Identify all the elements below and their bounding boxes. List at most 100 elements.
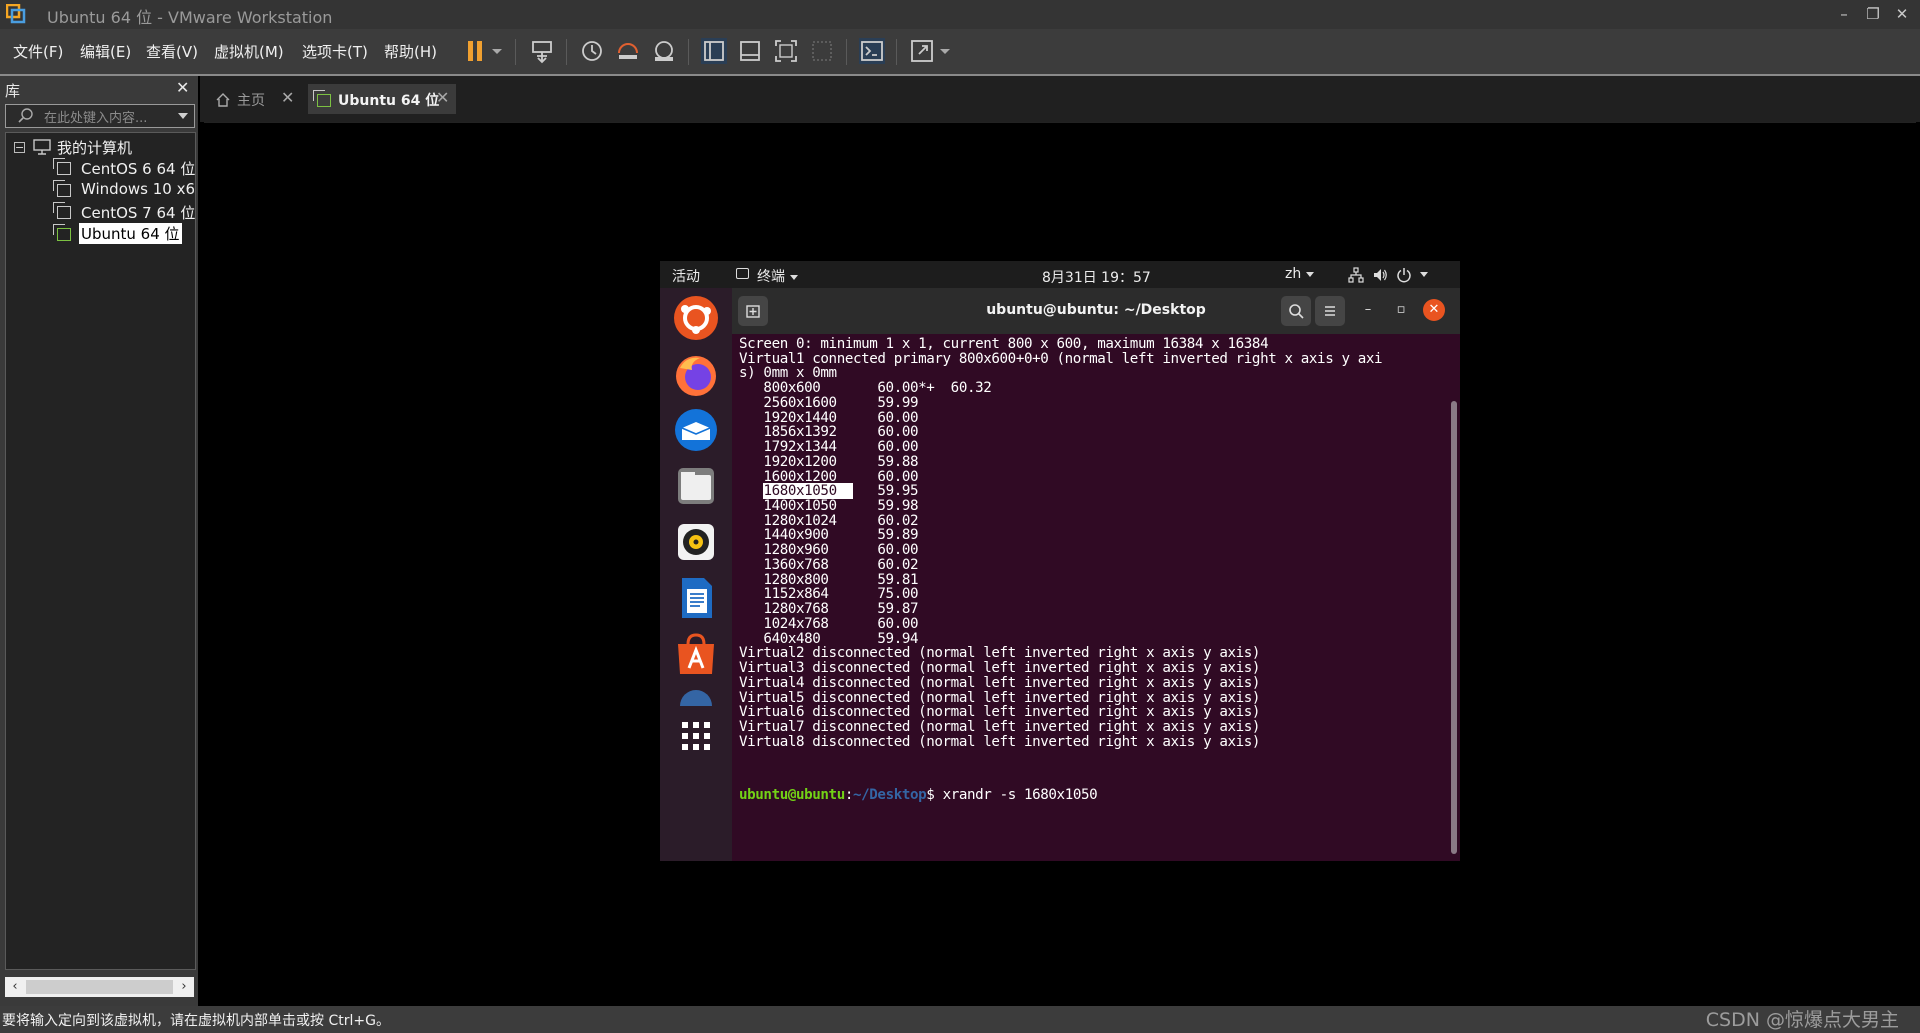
terminal-line: s) 0mm x 0mm xyxy=(739,365,837,382)
menu-file[interactable]: 文件(F) xyxy=(13,41,63,62)
app-menu-button[interactable]: 终端 xyxy=(757,266,798,286)
terminal-minimize-button[interactable]: – xyxy=(1357,299,1379,321)
search-icon xyxy=(1289,304,1304,319)
tree-collapse-icon[interactable]: − xyxy=(14,142,25,153)
volume-icon[interactable] xyxy=(1372,267,1388,283)
snapshot-icon[interactable] xyxy=(578,37,606,65)
scrollbar-thumb[interactable] xyxy=(26,980,173,994)
rhythmbox-icon[interactable] xyxy=(672,518,720,566)
gnome-topbar: 活动 终端 8月31日 19：57 zh xyxy=(660,261,1460,288)
scroll-right-icon[interactable]: › xyxy=(174,977,194,997)
terminal-line: Virtual8 disconnected (normal left inver… xyxy=(739,733,1261,750)
menu-view[interactable]: 查看(V) xyxy=(146,41,198,62)
terminal-maximize-button[interactable]: ▫ xyxy=(1390,299,1412,321)
snapshot-manager-icon[interactable] xyxy=(650,37,678,65)
tree-item-ubuntu-selected[interactable]: Ubuntu 64 位 xyxy=(79,223,182,244)
terminal-close-button[interactable]: ✕ xyxy=(1423,299,1445,321)
chevron-down-icon[interactable] xyxy=(178,113,188,119)
stretch-dropdown-icon[interactable] xyxy=(938,37,952,65)
terminal-scrollbar[interactable] xyxy=(1451,401,1457,854)
terminal-output[interactable]: Screen 0: minimum 1 x 1, current 800 x 6… xyxy=(732,334,1460,861)
menu-help[interactable]: 帮助(H) xyxy=(384,41,437,62)
library-panel: 库 ✕ 在此处键入内容... − 我的计算机 CentOS 6 64 位 Win… xyxy=(0,76,198,1006)
system-menu-chevron-icon[interactable] xyxy=(1420,272,1428,277)
menu-vm[interactable]: 虚拟机(M) xyxy=(214,41,284,62)
tab-home-close-button[interactable]: ✕ xyxy=(281,88,294,107)
input-method-indicator[interactable]: zh xyxy=(1285,266,1315,282)
prompt-path: ~/Desktop xyxy=(853,787,927,803)
send-ctrl-alt-del-icon[interactable] xyxy=(528,37,556,65)
thunderbird-icon[interactable] xyxy=(672,406,720,454)
watermark: CSDN @惊爆点大男主 xyxy=(1705,1009,1899,1031)
terminal-line: Virtual6 disconnected (normal left inver… xyxy=(739,704,1261,721)
vm-running-icon xyxy=(53,224,71,241)
tree-root-my-computer[interactable]: 我的计算机 xyxy=(57,137,132,158)
tree-item-centos6[interactable]: CentOS 6 64 位 xyxy=(81,158,195,179)
close-window-button[interactable]: ✕ xyxy=(1888,2,1916,26)
library-tree: − 我的计算机 CentOS 6 64 位 Windows 10 x64 Cen… xyxy=(5,132,196,970)
show-library-icon[interactable] xyxy=(700,37,728,65)
show-apps-icon[interactable] xyxy=(672,712,720,760)
vmware-logo-icon xyxy=(6,4,26,24)
vm-icon xyxy=(53,180,71,197)
terminal-line: 1920x1440 60.00 xyxy=(739,409,919,426)
window-titlebar: Ubuntu 64 位 - VMware Workstation – ❐ ✕ xyxy=(0,0,1920,29)
statusbar: 要将输入定向到该虚拟机，请在虚拟机内部单击或按 Ctrl+G。 CSDN @惊爆… xyxy=(0,1006,1920,1033)
restore-button[interactable]: ❐ xyxy=(1859,2,1887,26)
terminal-line: 2560x1600 59.99 xyxy=(739,394,919,411)
power-icon[interactable] xyxy=(1396,267,1412,283)
library-close-button[interactable]: ✕ xyxy=(176,78,189,97)
power-dropdown-icon[interactable] xyxy=(490,37,504,65)
help-icon[interactable] xyxy=(672,686,720,706)
prompt-separator: : xyxy=(844,787,854,803)
tab-home[interactable]: 主页 ✕ xyxy=(207,84,297,114)
search-button[interactable] xyxy=(1281,296,1311,326)
console-view-icon[interactable] xyxy=(858,37,886,65)
terminal-line: 1280x768 59.87 xyxy=(739,601,919,618)
terminal-line: Virtual1 connected primary 800x600+0+0 (… xyxy=(739,350,1383,367)
tree-item-centos7[interactable]: CentOS 7 64 位 xyxy=(81,202,195,223)
revert-snapshot-icon[interactable] xyxy=(614,37,642,65)
show-thumbnail-bar-icon[interactable] xyxy=(736,37,764,65)
tree-item-windows10[interactable]: Windows 10 x64 xyxy=(81,180,194,198)
home-icon xyxy=(216,93,230,107)
terminal-line: 1920x1200 59.88 xyxy=(739,453,919,470)
menu-button[interactable] xyxy=(1315,296,1345,326)
tab-home-label: 主页 xyxy=(237,93,265,109)
files-icon[interactable] xyxy=(672,462,720,510)
unity-icon[interactable] xyxy=(808,37,836,65)
app-menu-label: 终端 xyxy=(757,269,785,285)
full-screen-icon[interactable] xyxy=(772,37,800,65)
network-icon[interactable] xyxy=(1348,267,1364,283)
terminal-line: 1024x768 60.00 xyxy=(739,615,919,632)
library-search-input[interactable]: 在此处键入内容... xyxy=(5,104,195,128)
tab-ubuntu-label: Ubuntu 64 位 xyxy=(338,93,440,109)
vm-icon xyxy=(53,202,71,219)
activities-button[interactable]: 活动 xyxy=(672,266,700,286)
writer-icon[interactable] xyxy=(672,574,720,622)
input-method-label: zh xyxy=(1285,266,1302,282)
minimize-button[interactable]: – xyxy=(1830,2,1858,26)
app-center-icon[interactable] xyxy=(672,630,720,678)
vm-icon xyxy=(53,158,71,175)
terminal-line: Virtual5 disconnected (normal left inver… xyxy=(739,689,1261,706)
clock[interactable]: 8月31日 19：57 xyxy=(1042,267,1151,287)
pause-icon[interactable] xyxy=(462,37,490,65)
library-title: 库 xyxy=(5,82,21,100)
terminal-line: 800x600 60.00*+ 60.32 xyxy=(739,380,992,397)
library-search-placeholder: 在此处键入内容... xyxy=(44,111,148,126)
stretch-guest-icon[interactable] xyxy=(908,37,936,65)
library-horizontal-scrollbar[interactable]: ‹ › xyxy=(5,977,194,997)
selected-resolution: 1680x1050 xyxy=(763,483,853,500)
tab-strip: 主页 ✕ Ubuntu 64 位 ✕ xyxy=(200,76,1920,122)
ubuntu-software-icon[interactable] xyxy=(672,294,720,342)
scroll-left-icon[interactable]: ‹ xyxy=(5,977,25,997)
firefox-icon[interactable] xyxy=(672,350,720,398)
menu-edit[interactable]: 编辑(E) xyxy=(80,41,131,62)
menu-tabs[interactable]: 选项卡(T) xyxy=(302,41,368,62)
guest-desktop[interactable]: 活动 终端 8月31日 19：57 zh ubuntu@ubuntu: ~/De… xyxy=(660,261,1460,861)
terminal-line: 1856x1392 60.00 xyxy=(739,424,919,441)
tab-ubuntu-close-button[interactable]: ✕ xyxy=(436,88,449,107)
tab-ubuntu[interactable]: Ubuntu 64 位 ✕ xyxy=(308,84,456,114)
vm-display[interactable]: 活动 终端 8月31日 19：57 zh ubuntu@ubuntu: ~/De… xyxy=(204,122,1916,1003)
